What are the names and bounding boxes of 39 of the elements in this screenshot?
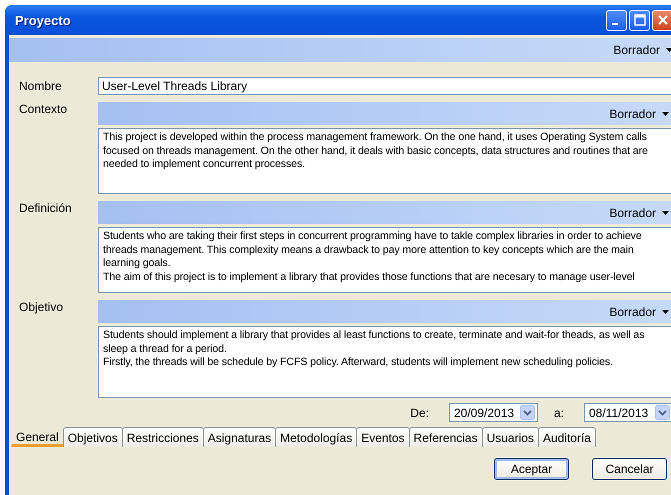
tab[interactable]: Usuarios [482,427,539,447]
accept-button[interactable]: Aceptar [494,458,569,480]
field-label: Nombre [19,79,63,93]
tab[interactable]: Eventos [356,427,410,447]
maximize-icon [634,14,646,26]
tab[interactable]: Auditoría [538,427,596,447]
tab[interactable]: Asignaturas [202,427,276,447]
cancel-button[interactable]: Cancelar [592,458,667,480]
text-area[interactable]: Students should implement a library that provides al least functions to create, terminate and wait-for theads, as well as sleep a thread for a period. Firstly, the threads will be schedule by FCFS policy. Afterward, students will implement new scheduling policies. [98,326,671,398]
status-dropdown[interactable]: Borrador [605,106,671,120]
name-field[interactable]: User-Level Threads Library [98,77,671,95]
status-dropdown[interactable]: Borrador [605,206,671,220]
dropdown-icon [520,405,535,420]
field-label: Contexto [19,102,68,118]
maximize-button[interactable] [629,10,650,30]
tab[interactable]: Metodologías [275,427,358,447]
caret-icon [662,210,669,214]
field-label: Definición [19,201,73,217]
caret-icon [666,48,671,52]
caret-icon [662,112,669,116]
close-button[interactable] [652,10,671,30]
minimize-icon [612,23,618,25]
minimize-button[interactable] [606,10,627,30]
tab[interactable]: Objetivos [62,427,123,447]
date-picker[interactable]: 20/09/2013 [448,403,538,422]
date-label: De: [410,406,429,420]
date-label: a: [554,406,564,420]
close-icon [656,14,668,26]
tab[interactable]: Restricciones [122,427,204,447]
window-title: Proyecto [15,12,71,28]
tab[interactable]: Referencias [408,427,483,447]
caret-icon [662,310,669,314]
field-label: Objetivo [19,300,64,316]
text-area[interactable]: Students who are taking their first steps in concurrent programming have to takle complex libraries in order to achieve threads management. This complexity means a drawback to pay more attention to key concepts which are the main learning goals. The aim of this project is to implement a library that provides those functions that are necesary to manage user-level [98,227,671,293]
date-picker[interactable]: 08/11/2013 [584,403,671,422]
status-dropdown[interactable]: Borrador [605,304,671,318]
text-area[interactable]: This project is developed within the process management framework. On the one hand, it uses Operating System calls focused on threads management. On the other hand, it deals with basic concepts, data structures and routines that are needed to implement concurrent processes. [98,128,671,194]
dropdown-icon [655,405,670,420]
status-dropdown[interactable]: Borrador [609,43,671,57]
